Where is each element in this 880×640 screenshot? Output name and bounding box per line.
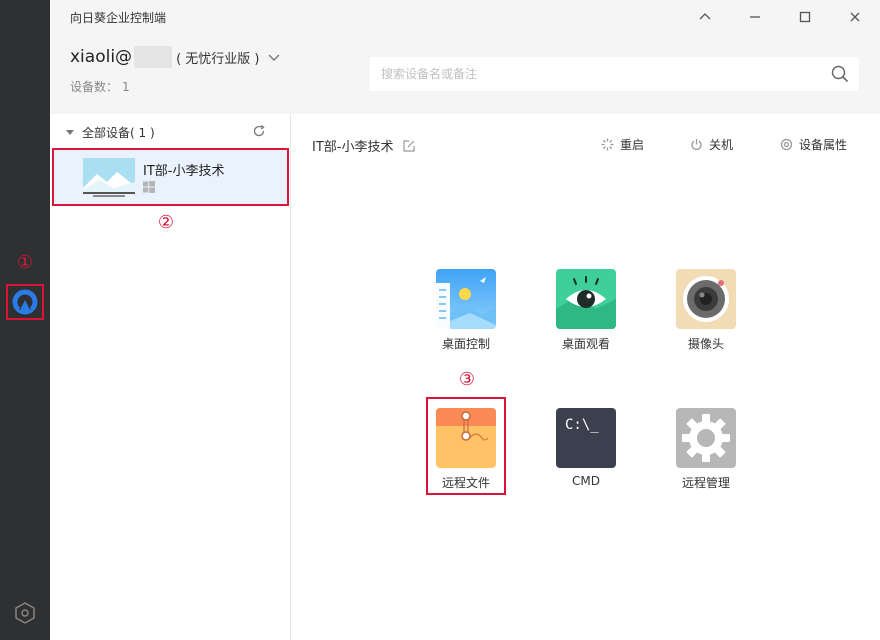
restart-spinner-icon <box>601 138 614 151</box>
sunlogin-logo-button[interactable] <box>6 284 44 320</box>
device-count-label: 设备数： <box>70 80 119 94</box>
device-title-text: IT部-小李技术 <box>312 140 394 155</box>
account-switcher[interactable]: xiaoli@ ( 无忧行业版 ) <box>70 46 281 68</box>
maximize-button[interactable] <box>794 6 816 28</box>
search-input[interactable] <box>370 57 830 91</box>
header: 向日葵企业控制端 xiaoli@ ( 无忧行业版 ) 设备数： 1 <box>50 0 880 114</box>
desktop-control-icon <box>436 269 496 329</box>
tile-desktop-view-label: 桌面观看 <box>561 337 610 351</box>
cmd-icon: C:\_ <box>556 408 616 468</box>
account-edition: ( 无忧行业版 ) <box>176 51 260 67</box>
windows-icon <box>143 181 155 193</box>
tile-cmd-label: CMD <box>572 474 600 488</box>
restart-label: 重启 <box>620 138 645 152</box>
device-count: 设备数： 1 <box>70 78 134 95</box>
device-properties-button[interactable]: 设备属性 <box>780 136 847 153</box>
tile-remote-file-label: 远程文件 <box>441 476 490 490</box>
minimize-icon <box>750 16 760 18</box>
device-group-header[interactable]: 全部设备( 1 ) <box>66 124 155 141</box>
close-icon <box>850 12 860 22</box>
restart-button[interactable]: 重启 <box>601 136 644 153</box>
tile-camera[interactable]: 摄像头 <box>666 269 746 352</box>
device-group-label: 全部设备( 1 ) <box>82 126 155 140</box>
minimize-button[interactable] <box>744 6 766 28</box>
camera-icon <box>676 269 736 329</box>
edit-icon[interactable] <box>402 139 416 153</box>
shutdown-label: 关机 <box>709 138 734 152</box>
annotation-three: ③ <box>458 369 476 390</box>
tile-remote-file[interactable]: 远程文件 <box>426 408 506 491</box>
chevron-up-icon <box>699 13 711 20</box>
account-user: xiaoli@ <box>70 47 133 67</box>
left-nav-bar: ① <box>0 0 50 640</box>
device-sidebar: 全部设备( 1 ) IT部-小李技术 ② <box>50 114 291 640</box>
device-list-item[interactable]: IT部-小李技术 <box>52 148 289 206</box>
hexagon-settings-icon <box>15 602 35 624</box>
device-name: IT部-小李技术 <box>143 164 225 179</box>
properties-gear-icon <box>780 138 793 151</box>
tile-cmd[interactable]: C:\_ CMD <box>546 408 626 488</box>
device-detail-panel: IT部-小李技术 重启 关机 设备属性 桌面控制 桌面观看 摄像头 ③ 远程文件… <box>291 114 880 640</box>
sunlogin-logo-icon <box>12 289 38 315</box>
tile-desktop-view[interactable]: 桌面观看 <box>546 269 626 352</box>
account-blurred-name <box>134 46 173 68</box>
device-properties-label: 设备属性 <box>799 138 848 152</box>
tile-desktop-control-label: 桌面控制 <box>441 337 490 351</box>
search-icon[interactable] <box>831 65 849 83</box>
caret-down-icon <box>66 130 74 135</box>
cmd-prompt-text: C:\_ <box>565 417 599 433</box>
collapse-button[interactable] <box>694 6 716 28</box>
annotation-two: ② <box>157 212 175 233</box>
desktop-view-icon <box>556 269 616 329</box>
monitor-thumbnail-icon <box>83 158 135 197</box>
app-title: 向日葵企业控制端 <box>70 11 167 25</box>
close-button[interactable] <box>844 6 866 28</box>
search-box <box>370 57 859 91</box>
device-title: IT部-小李技术 <box>312 136 416 155</box>
power-icon <box>691 139 702 151</box>
tile-remote-manage[interactable]: 远程管理 <box>666 408 746 491</box>
tile-remote-manage-label: 远程管理 <box>681 476 730 490</box>
chevron-down-icon <box>268 54 280 61</box>
maximize-icon <box>799 11 811 23</box>
device-count-value: 1 <box>122 80 130 94</box>
remote-file-icon <box>436 408 496 468</box>
refresh-icon[interactable] <box>252 124 266 138</box>
annotation-one: ① <box>16 252 34 273</box>
tile-camera-label: 摄像头 <box>687 337 724 351</box>
shutdown-button[interactable]: 关机 <box>690 136 733 153</box>
settings-hexagon-button[interactable] <box>14 602 36 624</box>
tile-desktop-control[interactable]: 桌面控制 <box>426 269 506 352</box>
remote-manage-icon <box>676 408 736 468</box>
